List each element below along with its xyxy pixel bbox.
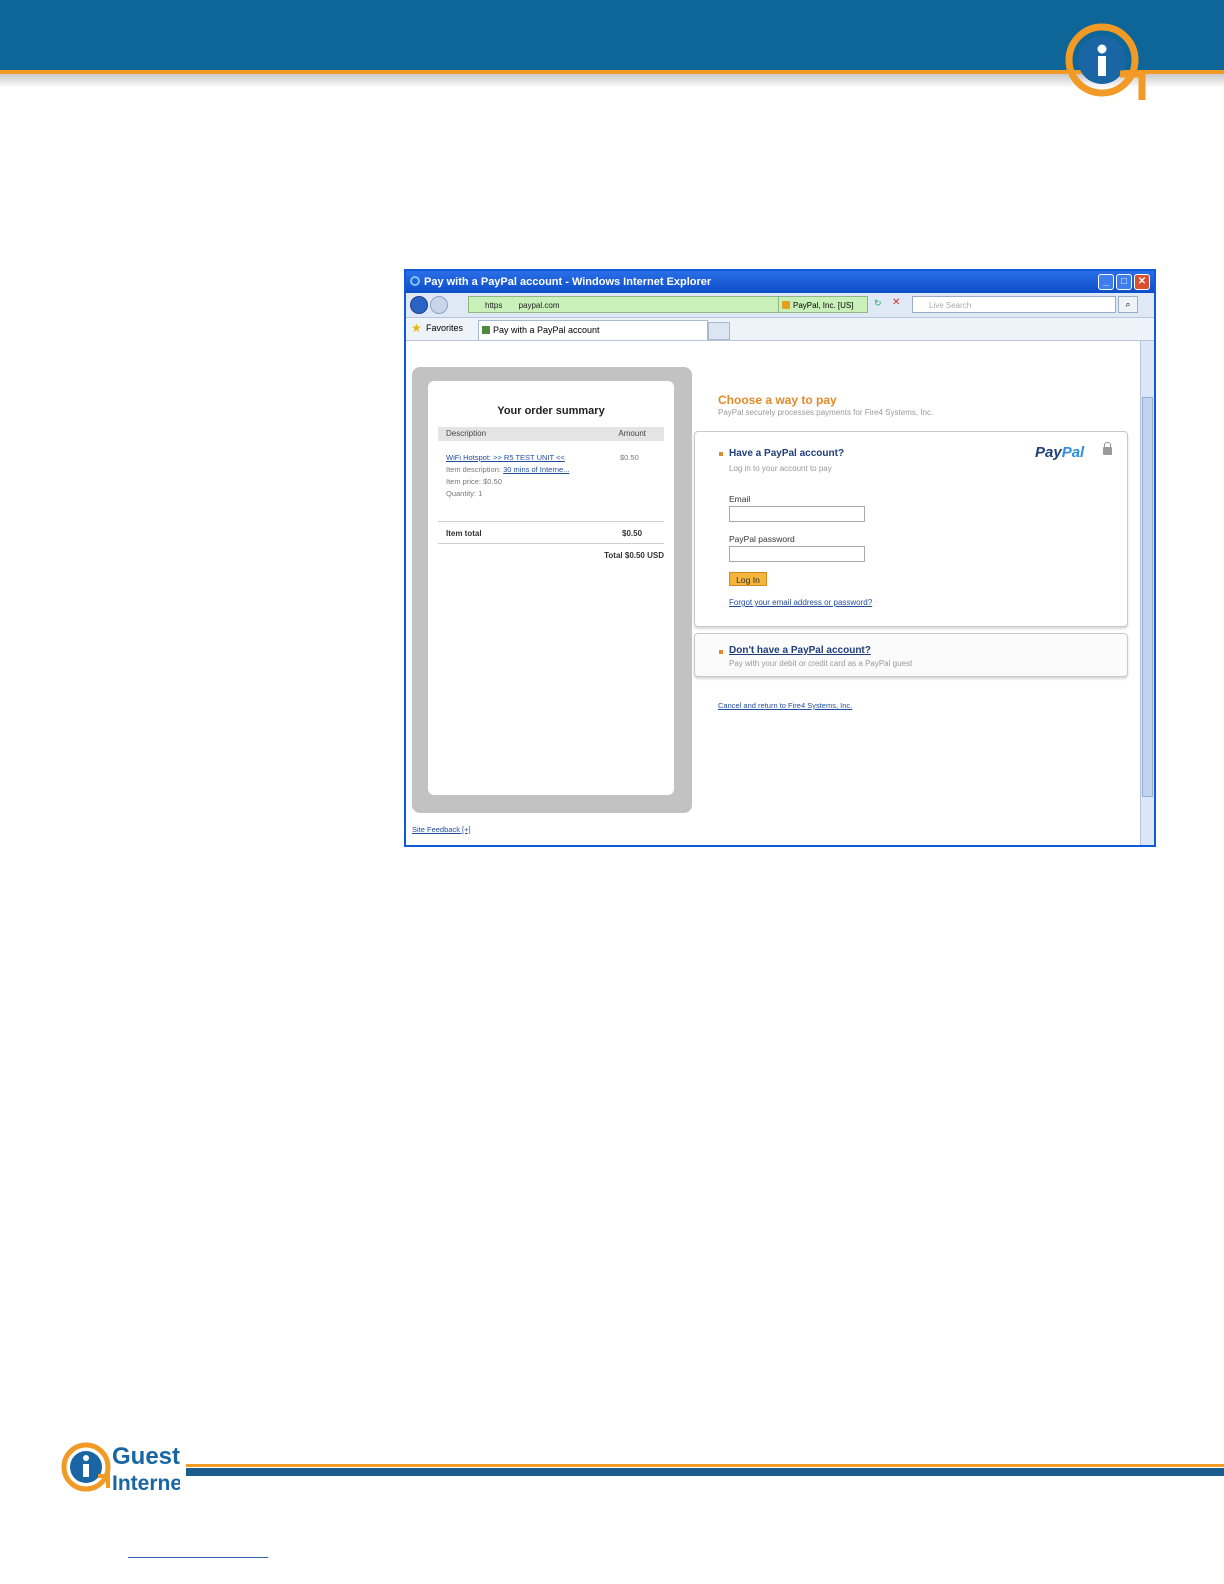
order-summary-panel: Your order summary Description Amount Wi… [412, 367, 692, 813]
site-feedback-link[interactable]: Site Feedback [+] [412, 825, 471, 834]
paypal-logo: PayPal [1035, 444, 1085, 461]
ie-icon [410, 276, 420, 286]
maximize-icon[interactable]: □ [1116, 274, 1132, 290]
forward-icon[interactable] [430, 296, 448, 314]
item-quantity: Quantity: 1 [446, 489, 483, 498]
divider [438, 521, 664, 522]
minimize-icon[interactable]: _ [1098, 274, 1114, 290]
footer-accent-line [186, 1464, 1224, 1467]
tab-paypal[interactable]: Pay with a PayPal account [478, 320, 708, 340]
have-account-sub: Log in to your account to pay [729, 464, 832, 473]
footer-brand-line1: Guest [112, 1443, 180, 1470]
order-table-header: Description Amount [438, 427, 664, 441]
search-icon[interactable]: ⌕ [1118, 296, 1138, 313]
paypal-page: Your order summary Description Amount Wi… [406, 341, 1140, 845]
login-button[interactable]: Log In [729, 572, 767, 586]
page-header-band [0, 0, 1224, 70]
order-summary-card: Your order summary Description Amount Wi… [428, 381, 674, 795]
cancel-link[interactable]: Cancel and return to Fire4 Systems, Inc. [718, 701, 852, 710]
close-icon[interactable]: ✕ [1134, 274, 1150, 290]
footer-underline [128, 1557, 268, 1558]
vertical-scrollbar[interactable] [1140, 341, 1154, 845]
item-name[interactable]: WiFi Hotspot: >> R5 TEST UNIT << [446, 453, 565, 462]
item-amount: $0.50 [620, 453, 639, 462]
have-account-heading: Have a PayPal account? [729, 448, 845, 459]
forgot-link[interactable]: Forgot your email address or password? [729, 598, 872, 607]
choose-heading: Choose a way to pay [718, 393, 837, 407]
guest-checkout-box: Don't have a PayPal account? Pay with yo… [694, 633, 1128, 677]
tab-page-icon [482, 326, 490, 334]
footer-logo: Guest Internet [61, 1442, 180, 1495]
favorites-star-icon[interactable]: ★ [411, 321, 422, 335]
divider [438, 543, 664, 544]
header-shadow [0, 74, 1224, 88]
favorites-button[interactable]: Favorites [426, 323, 463, 333]
col-description: Description [446, 429, 487, 438]
refresh-icon[interactable]: ↻ [874, 298, 882, 309]
certificate-badge[interactable]: PayPal, Inc. [US] [778, 296, 868, 313]
new-tab-button[interactable] [708, 322, 730, 340]
bullet-icon [719, 650, 723, 654]
items-total-value: $0.50 [622, 529, 643, 538]
email-field[interactable] [729, 506, 865, 522]
login-box: Have a PayPal account? Log in to your ac… [694, 431, 1128, 627]
back-icon[interactable] [410, 296, 428, 314]
password-label: PayPal password [729, 534, 795, 544]
grand-total: Total $0.50 USD [604, 551, 664, 560]
guest-internet-logo-icon [1065, 23, 1146, 100]
lock-icon [782, 301, 790, 309]
item-price: Item price: $0.50 [446, 477, 502, 486]
lock-icon [1103, 442, 1112, 455]
no-account-sub: Pay with your debit or credit card as a … [729, 659, 913, 668]
stop-icon[interactable]: ✕ [892, 297, 900, 308]
password-field[interactable] [729, 546, 865, 562]
navigation-bar: https paypal.com PayPal, Inc. [US] ↻ ✕ L… [406, 293, 1154, 318]
window-titlebar: Pay with a PayPal account - Windows Inte… [406, 271, 1154, 293]
bullet-icon [719, 452, 723, 456]
search-input[interactable]: Live Search [912, 296, 1116, 313]
window-title: Pay with a PayPal account - Windows Inte… [424, 276, 712, 288]
choose-subheading: PayPal securely processes payments for F… [718, 408, 934, 417]
browser-screenshot: Pay with a PayPal account - Windows Inte… [404, 269, 1156, 847]
no-account-link[interactable]: Don't have a PayPal account? [729, 645, 871, 656]
col-amount: Amount [618, 429, 646, 438]
footer-brand-line2: Internet [112, 1472, 180, 1495]
footer-band [186, 1468, 1224, 1476]
scrollbar-thumb[interactable] [1142, 397, 1153, 797]
items-total-label: Item total [446, 529, 482, 538]
favorites-bar: ★ Favorites Pay with a PayPal account [406, 318, 1154, 341]
order-summary-title: Your order summary [497, 405, 605, 417]
email-label: Email [729, 494, 751, 504]
item-description: Item description: 30 mins of Interne... [446, 465, 570, 474]
